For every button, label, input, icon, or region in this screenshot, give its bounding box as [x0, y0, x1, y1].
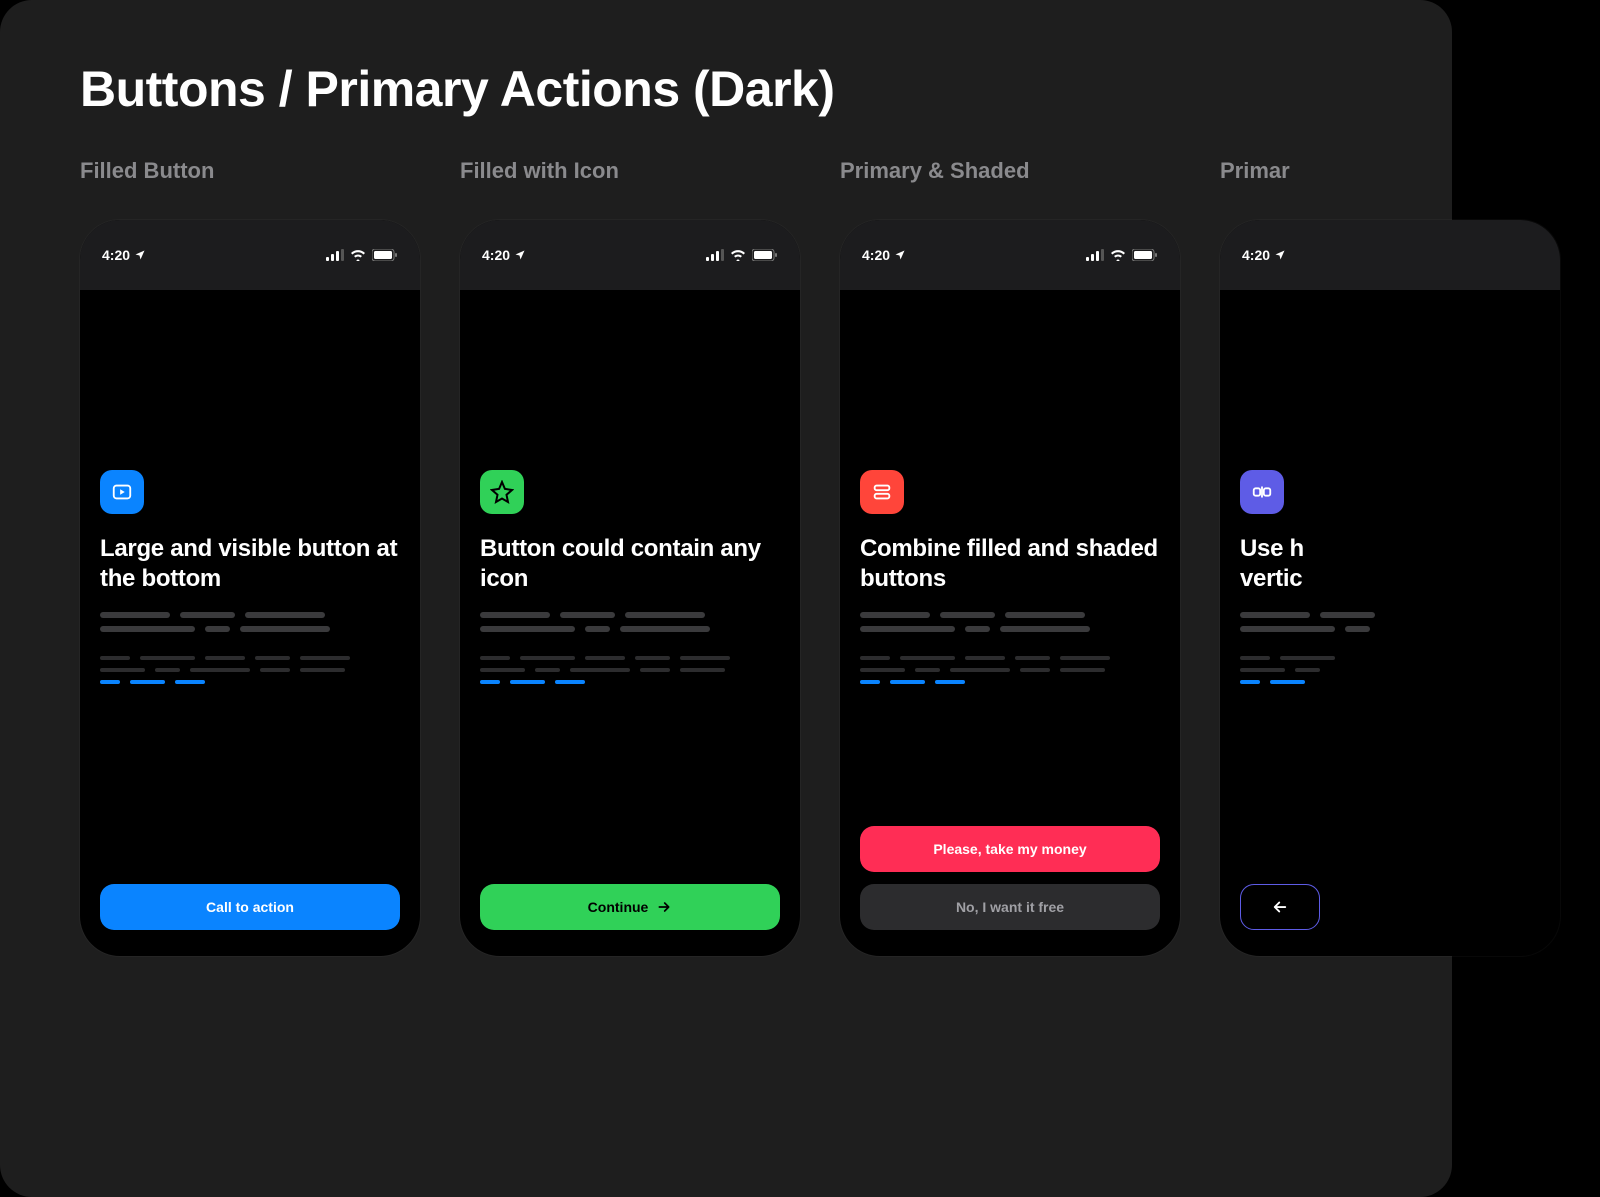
example-title: Primar [1220, 158, 1560, 184]
example-heading: Use h vertic [1240, 534, 1540, 594]
star-icon [490, 480, 514, 504]
battery-icon [372, 249, 398, 261]
status-bar: 4:20 [840, 220, 1180, 290]
status-right [326, 249, 398, 261]
phone-mock: 4:20 Button could contain any icon [460, 220, 800, 956]
status-bar: 4:20 [80, 220, 420, 290]
phone-content: Combine filled and shaded buttons [860, 470, 1160, 684]
example-heading: Combine filled and shaded buttons [860, 534, 1160, 594]
primary-button[interactable]: Continue [480, 884, 780, 930]
battery-icon [1132, 249, 1158, 261]
split-icon [1251, 481, 1273, 503]
stack-icon [871, 481, 893, 503]
status-time: 4:20 [482, 247, 510, 263]
location-icon [894, 249, 906, 261]
example-column: Filled with Icon 4:20 Button could conta… [460, 158, 800, 956]
button-area: Call to action [100, 884, 400, 930]
arrow-right-icon [656, 899, 672, 915]
phone-mock: 4:20 Combine filled and shaded buttons [840, 220, 1180, 956]
button-label: Continue [588, 899, 649, 915]
wifi-icon [1110, 249, 1126, 261]
location-icon [1274, 249, 1286, 261]
secondary-button[interactable]: No, I want it free [860, 884, 1160, 930]
examples-row: Filled Button 4:20 [80, 158, 1452, 956]
location-icon [134, 249, 146, 261]
status-time: 4:20 [102, 247, 130, 263]
status-time: 4:20 [1242, 247, 1270, 263]
button-area: Continue [480, 884, 780, 930]
example-column: Filled Button 4:20 [80, 158, 420, 956]
battery-icon [752, 249, 778, 261]
phone-content: Use h vertic [1240, 470, 1540, 684]
placeholder-text [480, 612, 780, 684]
primary-button[interactable]: Please, take my money [860, 826, 1160, 872]
button-area [1240, 884, 1540, 930]
example-title: Filled Button [80, 158, 420, 184]
cellular-icon [1086, 249, 1104, 261]
example-title: Primary & Shaded [840, 158, 1180, 184]
example-column: Primary & Shaded 4:20 Combine filled and… [840, 158, 1180, 956]
example-heading: Button could contain any icon [480, 534, 780, 594]
design-canvas: Buttons / Primary Actions (Dark) Filled … [0, 0, 1452, 1197]
example-heading: Large and visible button at the bottom [100, 534, 400, 594]
app-icon [480, 470, 524, 514]
page-title: Buttons / Primary Actions (Dark) [80, 60, 1452, 118]
status-time: 4:20 [862, 247, 890, 263]
button-area: Please, take my money No, I want it free [860, 826, 1160, 930]
phone-content: Large and visible button at the bottom [100, 470, 400, 684]
back-button[interactable] [1240, 884, 1320, 930]
button-label: No, I want it free [956, 899, 1064, 915]
placeholder-text [860, 612, 1160, 684]
arrow-left-icon [1271, 898, 1289, 916]
wifi-icon [730, 249, 746, 261]
button-label: Call to action [206, 899, 294, 915]
example-title: Filled with Icon [460, 158, 800, 184]
placeholder-text [100, 612, 400, 684]
app-icon [1240, 470, 1284, 514]
cellular-icon [706, 249, 724, 261]
wifi-icon [350, 249, 366, 261]
phone-mock: 4:20 Large and visible button at the bot… [80, 220, 420, 956]
example-column: Primar 4:20 Use h vertic [1220, 158, 1560, 956]
button-label: Please, take my money [933, 841, 1086, 857]
phone-mock: 4:20 Use h vertic [1220, 220, 1560, 956]
phone-content: Button could contain any icon [480, 470, 780, 684]
status-bar: 4:20 [460, 220, 800, 290]
placeholder-text [1240, 612, 1540, 684]
primary-button[interactable]: Call to action [100, 884, 400, 930]
status-bar: 4:20 [1220, 220, 1560, 290]
cellular-icon [326, 249, 344, 261]
app-icon [860, 470, 904, 514]
location-icon [514, 249, 526, 261]
play-icon [111, 481, 133, 503]
app-icon [100, 470, 144, 514]
